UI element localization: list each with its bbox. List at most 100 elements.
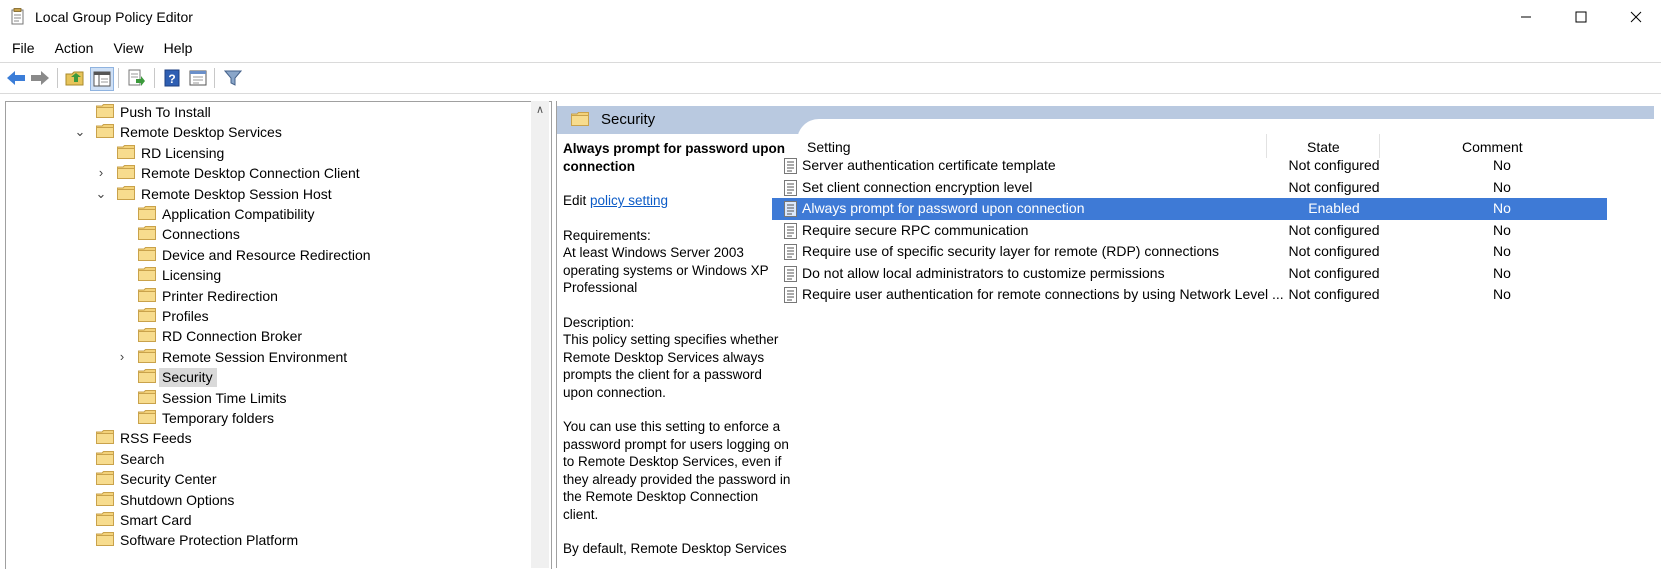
tree-item-label[interactable]: Application Compatibility xyxy=(159,205,319,224)
policy-state: Not configured xyxy=(1288,157,1380,173)
requirements-label: Requirements: xyxy=(563,227,651,243)
policy-name: Always prompt for password upon connecti… xyxy=(802,200,1085,216)
tree-item-label[interactable]: RD Connection Broker xyxy=(159,327,306,346)
close-icon xyxy=(1630,11,1642,23)
policy-setting-icon xyxy=(784,222,797,239)
tree-item-label[interactable]: Shutdown Options xyxy=(117,491,238,510)
tree-item-label[interactable]: Smart Card xyxy=(117,511,196,530)
tree-item-label[interactable]: Remote Desktop Connection Client xyxy=(138,164,364,183)
tree-item-label[interactable]: Printer Redirection xyxy=(159,287,282,306)
help-icon: ? xyxy=(164,69,180,87)
tree-item-label[interactable]: Remote Desktop Services xyxy=(117,123,286,142)
policy-setting-icon xyxy=(784,287,797,303)
menu-view[interactable]: View xyxy=(102,37,152,59)
policy-setting-icon xyxy=(784,158,797,174)
maximize-button[interactable] xyxy=(1553,0,1609,34)
policy-state: Not configured xyxy=(1288,243,1380,259)
tree-item-label[interactable]: Profiles xyxy=(159,307,213,326)
tree-item-label[interactable]: Session Time Limits xyxy=(159,389,290,408)
description-paragraph-cut: By default, Remote Desktop Services xyxy=(563,541,787,556)
policy-comment: No xyxy=(1493,200,1511,216)
tree-item-label[interactable]: RSS Feeds xyxy=(117,429,196,448)
tree-item-label[interactable]: Remote Desktop Session Host xyxy=(138,185,336,204)
chevron-right-icon[interactable]: › xyxy=(116,349,128,364)
menu-bar: File Action View Help xyxy=(0,37,201,59)
tree-item-label[interactable]: Connections xyxy=(159,225,244,244)
menu-help[interactable]: Help xyxy=(153,37,202,59)
chevron-right-icon[interactable]: › xyxy=(95,166,107,180)
toolbar-separator xyxy=(154,68,155,88)
filter-icon xyxy=(224,70,242,86)
tree-item-label[interactable]: Temporary folders xyxy=(159,409,278,428)
policy-row[interactable]: Require secure RPC communication Not conf… xyxy=(772,220,1607,242)
tree-item-label[interactable]: Security xyxy=(159,368,217,388)
help-button[interactable]: ? xyxy=(161,67,183,89)
policy-row[interactable]: Set client connection encryption level No… xyxy=(772,177,1607,199)
policy-row[interactable]: Always prompt for password upon connecti… xyxy=(772,198,1607,220)
forward-button[interactable] xyxy=(29,67,51,89)
chevron-down-icon[interactable]: ⌄ xyxy=(95,186,107,201)
policy-row[interactable]: Server authentication certificate templa… xyxy=(772,155,1607,177)
tree-item-label[interactable]: Device and Resource Redirection xyxy=(159,246,375,265)
folder-icon xyxy=(96,430,114,445)
tree-scrollbar[interactable] xyxy=(531,101,549,568)
policy-comment: No xyxy=(1493,221,1511,238)
toolbar-separator xyxy=(57,68,58,88)
tree-item-label[interactable]: Licensing xyxy=(159,266,225,285)
tree-pane[interactable]: Push To Install ⌄ Remote Desktop Services R… xyxy=(5,101,552,569)
export-list-icon xyxy=(128,69,145,86)
tree-item-label[interactable]: RD Licensing xyxy=(138,144,228,163)
tree-item-label[interactable]: Search xyxy=(117,450,168,469)
svg-text:?: ? xyxy=(168,72,175,86)
policy-row[interactable]: Require user authentication for remote c… xyxy=(772,284,1607,306)
menu-action[interactable]: Action xyxy=(44,37,103,59)
requirements-text: At least Windows Server 2003 operating s… xyxy=(563,245,769,295)
filter-button[interactable] xyxy=(222,67,244,89)
folder-icon xyxy=(138,267,156,282)
column-header-state[interactable]: State xyxy=(1307,139,1340,155)
maximize-icon xyxy=(1575,11,1587,23)
folder-icon xyxy=(138,206,156,220)
folder-icon xyxy=(138,369,156,384)
description-panel: Always prompt for password upon connecti… xyxy=(563,140,793,575)
up-one-level-button[interactable] xyxy=(64,67,86,89)
toolbar-separator xyxy=(118,68,119,88)
menu-file[interactable]: File xyxy=(0,37,44,59)
chevron-down-icon[interactable]: ⌄ xyxy=(74,125,86,139)
policy-name: Do not allow local administrators to cus… xyxy=(802,264,1165,281)
policy-name: Set client connection encryption level xyxy=(802,178,1033,195)
policy-row[interactable]: Do not allow local administrators to cus… xyxy=(772,263,1607,285)
policy-comment: No xyxy=(1493,157,1511,173)
folder-icon xyxy=(117,144,135,159)
tree-item-label[interactable]: Security Center xyxy=(117,470,220,489)
export-list-button[interactable] xyxy=(126,67,148,89)
policy-state: Not configured xyxy=(1288,221,1380,238)
scroll-up-arrow-icon[interactable]: ∧ xyxy=(536,103,544,116)
description-label: Description: xyxy=(563,314,635,330)
policy-comment: No xyxy=(1493,286,1511,302)
policy-setting-link[interactable]: policy setting xyxy=(590,193,668,208)
group-policy-app-icon xyxy=(11,8,24,25)
folder-icon xyxy=(138,226,156,241)
settings-list: Setting State Comment Server authenticat… xyxy=(772,132,1635,303)
tree-item-label[interactable]: Push To Install xyxy=(117,103,215,122)
policy-state: Not configured xyxy=(1288,264,1380,281)
properties-button[interactable] xyxy=(187,67,209,89)
minimize-button[interactable] xyxy=(1498,0,1554,34)
folder-icon xyxy=(138,287,156,302)
back-button[interactable] xyxy=(5,67,27,89)
toolbar-separator xyxy=(214,68,215,88)
policy-row[interactable]: Require use of specific security layer f… xyxy=(772,241,1607,263)
folder-icon xyxy=(96,124,114,139)
policy-setting-icon xyxy=(784,201,797,217)
column-header-comment[interactable]: Comment xyxy=(1462,139,1523,155)
policy-setting-icon xyxy=(784,244,797,260)
back-arrow-icon xyxy=(7,71,25,85)
toolbar: ? xyxy=(0,62,1661,94)
folder-icon xyxy=(96,491,114,506)
column-header-setting[interactable]: Setting xyxy=(807,139,851,155)
show-hide-tree-button[interactable] xyxy=(90,67,114,91)
close-button[interactable] xyxy=(1608,0,1661,34)
tree-item-label[interactable]: Software Protection Platform xyxy=(117,531,302,550)
tree-item-label[interactable]: Remote Session Environment xyxy=(159,348,351,367)
